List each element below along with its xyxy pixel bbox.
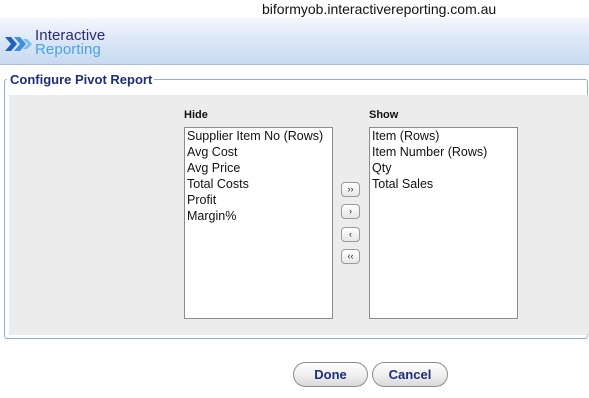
show-selected-button[interactable]: › xyxy=(341,204,360,219)
hide-selected-button[interactable]: ‹ xyxy=(341,227,360,242)
list-item[interactable]: Item Number (Rows) xyxy=(372,144,517,160)
hide-listbox[interactable]: Supplier Item No (Rows) Avg Cost Avg Pri… xyxy=(184,127,333,319)
list-item[interactable]: Avg Cost xyxy=(187,144,332,160)
list-item[interactable]: Item (Rows) xyxy=(372,128,517,144)
hide-label: Hide xyxy=(184,109,208,121)
logo[interactable]: Interactive Reporting xyxy=(5,25,125,59)
show-label: Show xyxy=(369,109,399,121)
list-item[interactable]: Total Sales xyxy=(372,176,517,192)
list-item[interactable]: Profit xyxy=(187,192,332,208)
list-item[interactable]: Supplier Item No (Rows) xyxy=(187,128,332,144)
double-chevron-arrow-icon xyxy=(5,37,32,51)
show-listbox[interactable]: Item (Rows) Item Number (Rows) Qty Total… xyxy=(369,127,518,319)
done-button[interactable]: Done xyxy=(293,362,368,387)
hide-all-button[interactable]: ‹‹ xyxy=(341,249,360,264)
url-text: biformyob.interactivereporting.com.au xyxy=(262,1,497,17)
list-item[interactable]: Margin% xyxy=(187,208,332,224)
logo-text-reporting: Reporting xyxy=(35,41,101,58)
cancel-button[interactable]: Cancel xyxy=(372,362,448,387)
app-header: Interactive Reporting xyxy=(0,18,589,65)
page-title: Configure Pivot Report xyxy=(7,72,155,87)
list-item[interactable]: Qty xyxy=(372,160,517,176)
url-bar: biformyob.interactivereporting.com.au xyxy=(0,0,589,18)
list-item[interactable]: Total Costs xyxy=(187,176,332,192)
show-all-button[interactable]: ›› xyxy=(341,182,360,197)
list-item[interactable]: Avg Price xyxy=(187,160,332,176)
